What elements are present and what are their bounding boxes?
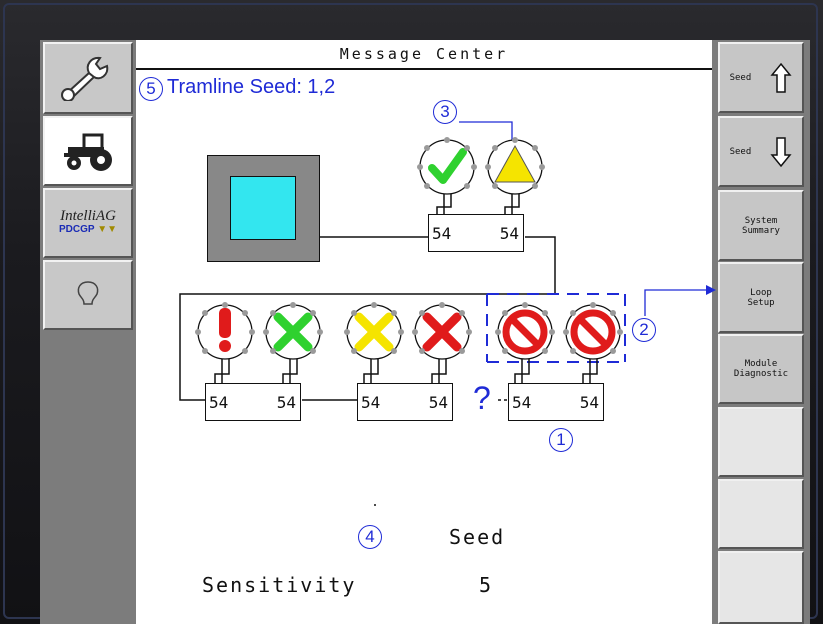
annotation-3: 3 [433, 100, 457, 124]
module-right-value: 54 [499, 224, 519, 243]
seed-down-button[interactable]: Seed [718, 116, 804, 187]
loop-setup-button[interactable]: Loop Setup [718, 262, 804, 333]
system-summary-button[interactable]: System Summary [718, 190, 804, 261]
module-diagnostic-label: Module Diagnostic [733, 359, 789, 379]
module-diagnostic-button[interactable]: Module Diagnostic [718, 334, 804, 404]
softkey-6[interactable] [718, 407, 804, 477]
arrow-down-icon [770, 136, 793, 167]
sensitivity-value: 5 [479, 573, 492, 597]
softkey-8[interactable] [718, 551, 804, 624]
loop-diagram [179, 121, 716, 506]
seed-down-label: Seed [729, 146, 752, 157]
seed-module[interactable]: 54 54 [205, 383, 301, 421]
mode-label: Seed [449, 525, 506, 549]
arrow-2 [644, 289, 710, 316]
module-left-value: 54 [209, 393, 229, 412]
seed-up-button[interactable]: Seed [718, 42, 804, 113]
arrow-up-icon [770, 62, 793, 93]
module-left-value: 54 [512, 393, 532, 412]
seed-module[interactable]: 54 54 [357, 383, 453, 421]
annotation-4: 4 [358, 525, 382, 549]
seed-module[interactable]: 54 54 [508, 383, 604, 421]
annotation-2: 2 [632, 318, 656, 342]
system-summary-label: System Summary [742, 215, 780, 236]
annotation-1: 1 [549, 428, 573, 452]
seed-up-label: Seed [729, 72, 752, 83]
loop-setup-label: Loop Setup [747, 287, 775, 308]
module-right-value: 54 [276, 393, 296, 412]
module-left-value: 54 [432, 224, 452, 243]
seed-module[interactable]: 54 54 [428, 214, 524, 252]
sensitivity-label: Sensitivity [202, 573, 357, 597]
unknown-connection-marker: ? [473, 380, 491, 416]
exclamation-icon [219, 308, 231, 338]
softkey-7[interactable] [718, 479, 804, 549]
module-right-value: 54 [428, 393, 448, 412]
module-right-value: 54 [579, 393, 599, 412]
module-left-value: 54 [361, 393, 381, 412]
console-display [207, 155, 320, 262]
